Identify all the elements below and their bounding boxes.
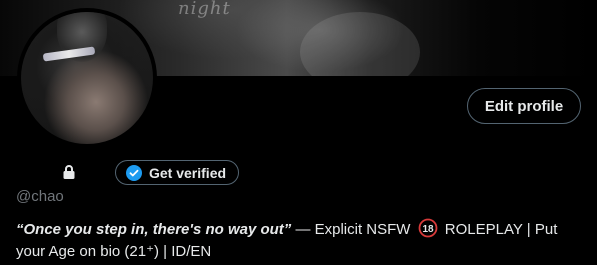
verified-badge-icon [126, 164, 142, 181]
profile-handle: @chao [16, 188, 64, 205]
profile-bio: “Once you step in, there's no way out” —… [16, 218, 586, 263]
nsfw-badge-text: 18 [422, 224, 434, 235]
bio-quote: “Once you step in, there's no way out” [16, 221, 292, 238]
bio-text-part1: — Explicit NSFW [291, 221, 415, 238]
profile-avatar[interactable] [17, 8, 157, 148]
edit-profile-button[interactable]: Edit profile [467, 88, 581, 124]
get-verified-label: Get verified [149, 164, 227, 181]
get-verified-button[interactable]: Get verified [115, 160, 239, 185]
banner-watermark: night [178, 0, 231, 19]
banner-figure [300, 12, 420, 76]
eighteen-plus-icon: 18 [418, 218, 438, 238]
lock-icon [63, 165, 75, 179]
